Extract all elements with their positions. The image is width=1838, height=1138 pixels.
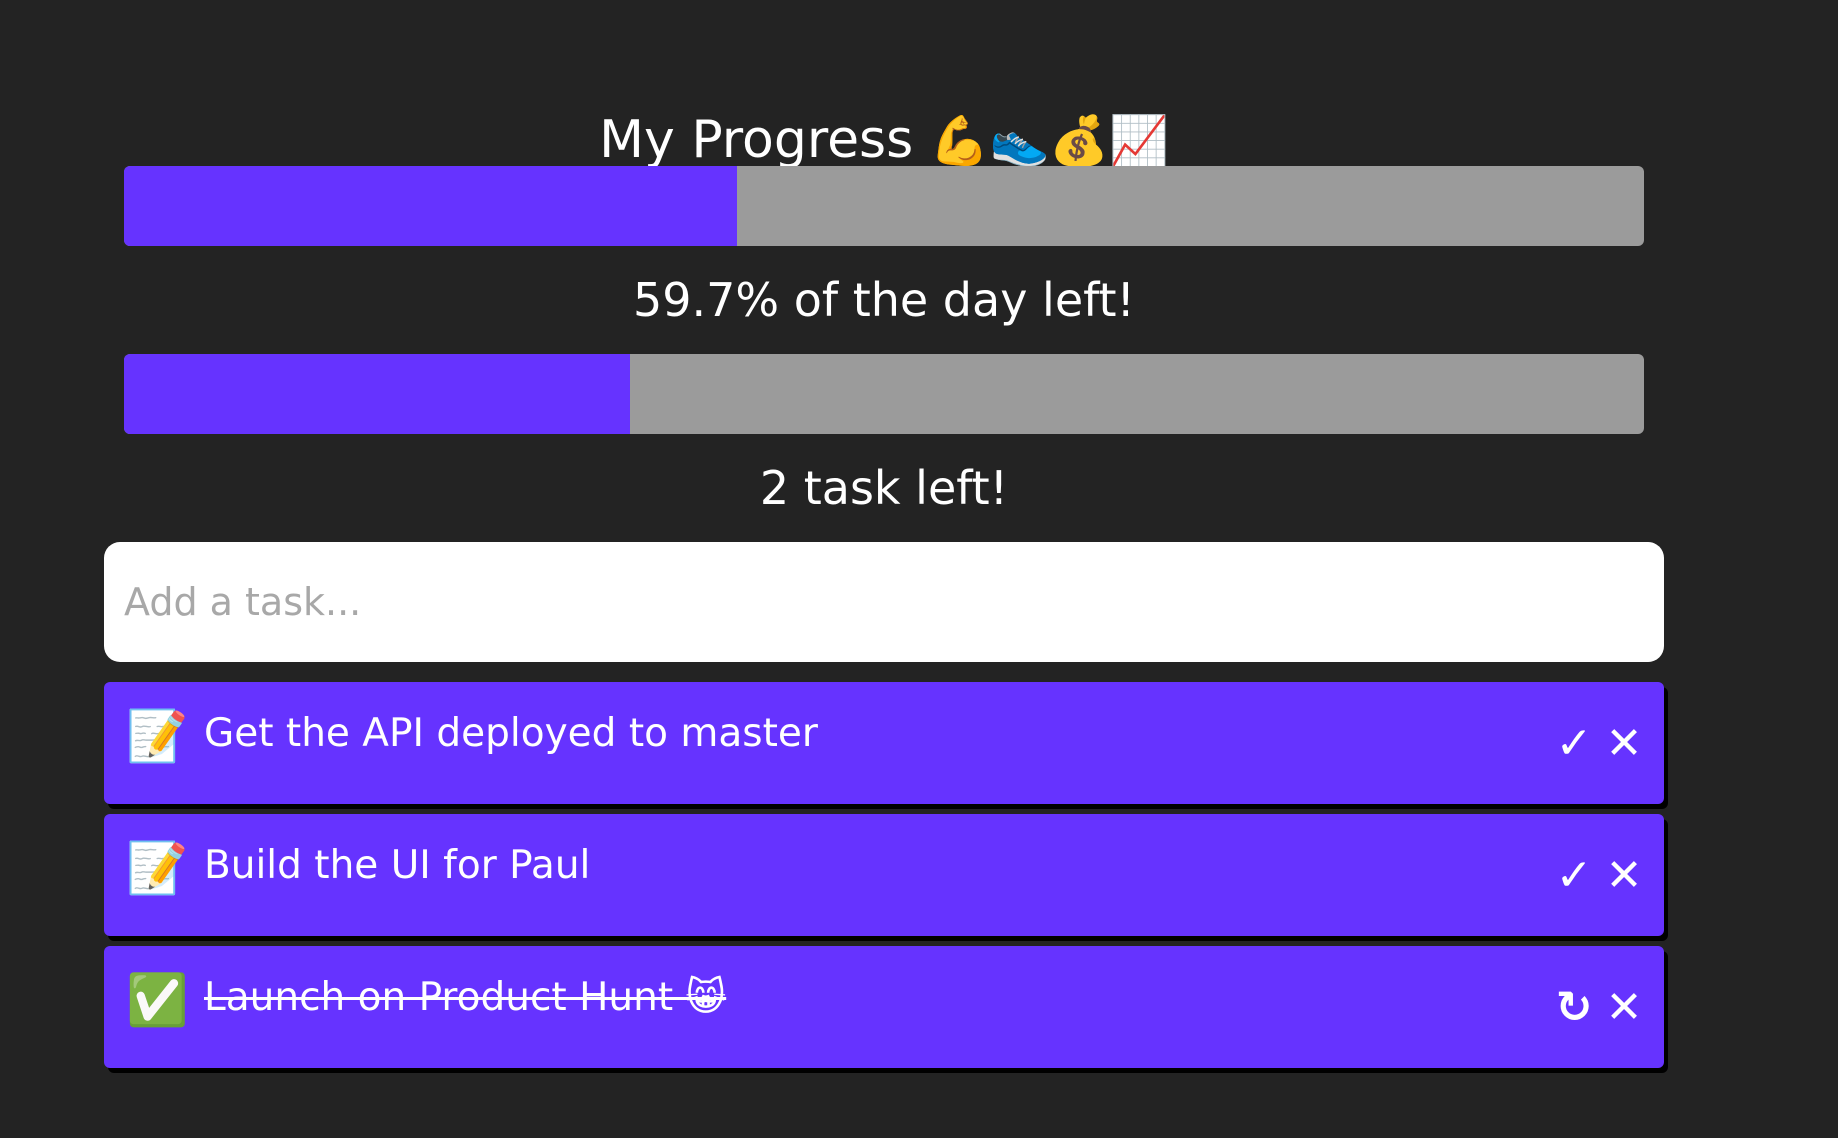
delete-task-button[interactable]: ✕ <box>1602 718 1646 770</box>
delete-task-button[interactable]: ✕ <box>1602 850 1646 902</box>
task-progress-bar <box>124 354 1644 434</box>
task-item: 📝 Get the API deployed to master ✓ ✕ <box>104 682 1664 804</box>
day-progress-fill <box>124 166 737 246</box>
page-title-text: My Progress <box>599 109 914 170</box>
task-progress-fill <box>124 354 631 434</box>
task-progress-caption: 2 task left! <box>759 461 1009 515</box>
day-progress-bar <box>124 166 1644 246</box>
task-label: Launch on Product Hunt 😸 <box>204 975 727 1020</box>
task-label: Build the UI for Paul <box>204 843 591 888</box>
memo-icon: 📝 <box>126 707 189 765</box>
memo-icon: 📝 <box>126 839 189 897</box>
complete-task-button[interactable]: ✓ <box>1552 850 1596 902</box>
undo-task-button[interactable]: ↻ <box>1552 982 1596 1034</box>
task-actions: ✓ ✕ <box>1552 846 1646 906</box>
day-progress-caption: 59.7% of the day left! <box>632 273 1135 327</box>
task-label: Get the API deployed to master <box>204 711 818 756</box>
task-item: ✅ Launch on Product Hunt 😸 ↻ ✕ <box>104 946 1664 1068</box>
title-emoji-icons: 💪👟💰📈 <box>929 112 1169 169</box>
task-actions: ✓ ✕ <box>1552 714 1646 774</box>
add-task-input[interactable] <box>104 542 1664 662</box>
task-actions: ↻ ✕ <box>1552 978 1646 1038</box>
delete-task-button[interactable]: ✕ <box>1602 982 1646 1034</box>
app-root: My Progress 💪👟💰📈 59.7% of the day left! … <box>0 0 1838 1138</box>
complete-task-button[interactable]: ✓ <box>1552 718 1596 770</box>
check-mark-button-icon: ✅ <box>126 971 189 1029</box>
task-item: 📝 Build the UI for Paul ✓ ✕ <box>104 814 1664 936</box>
